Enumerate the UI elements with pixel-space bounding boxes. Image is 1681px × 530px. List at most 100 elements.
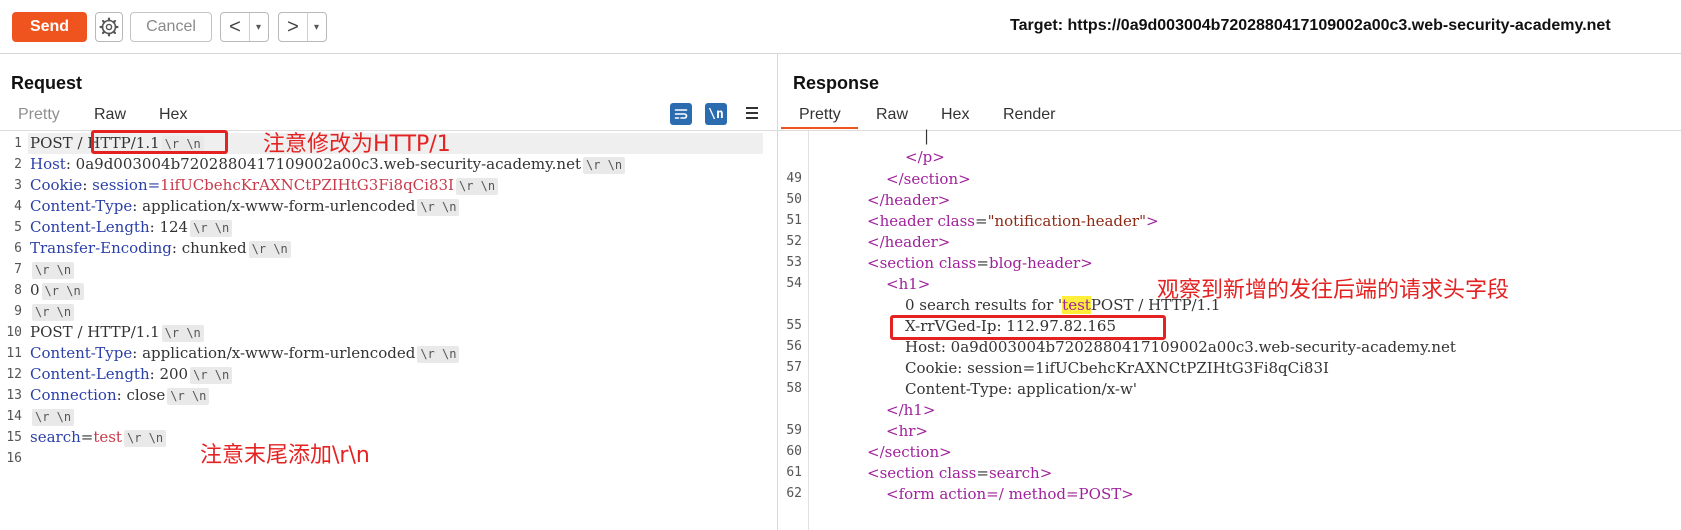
request-line-number: 4 (14, 199, 22, 214)
request-code-line: Cookie: session=1ifUCbehcKrAXNCtPZIHtG3F… (30, 175, 499, 196)
separator: : (132, 344, 143, 362)
response-code-line: <section class=search> (867, 464, 1053, 482)
response-line-number: 50 (786, 192, 802, 207)
annotation-box-new-header (890, 315, 1166, 340)
header-name: POST (30, 323, 73, 341)
crlf-marker: \r \n (455, 178, 499, 195)
header-name: search (30, 428, 81, 446)
response-code-line: <hr> (886, 422, 928, 440)
request-code-line: POST / HTTP/1.1 \r \n (30, 322, 204, 343)
header-value: application/x-www-form-urlencoded (142, 197, 416, 215)
wrap-lines-toggle[interactable] (670, 103, 692, 125)
separator: : (149, 218, 160, 236)
header-value: 200 (159, 365, 189, 383)
newline-icon: \n (708, 106, 724, 122)
response-title: Response (793, 73, 880, 93)
response-line-number (782, 126, 802, 147)
forward-dropdown-button[interactable]: ▾ (307, 13, 325, 41)
header-name: 0 (30, 281, 40, 299)
response-code-line: </header> (867, 191, 951, 209)
forward-nav-group: > ▾ (278, 12, 327, 42)
search-term-highlight: test (1062, 296, 1091, 314)
request-code-line: Connection: close \r \n (30, 385, 210, 406)
request-code-line: \r \n (30, 259, 75, 280)
header-name: POST (30, 134, 73, 152)
request-tab-raw[interactable]: Raw (94, 106, 126, 124)
request-tab-pretty[interactable]: Pretty (18, 106, 60, 124)
response-line-number: 51 (786, 213, 802, 228)
crlf-marker: \r \n (123, 430, 167, 447)
back-button[interactable]: < (221, 13, 249, 41)
request-tab-hex[interactable]: Hex (159, 106, 187, 124)
cancel-button[interactable]: Cancel (130, 12, 212, 42)
crlf-marker: \r \n (161, 325, 204, 342)
separator: : (82, 176, 93, 194)
separator: : (65, 155, 76, 173)
response-tab-hex[interactable]: Hex (941, 106, 969, 124)
request-code-line: 0 \r \n (30, 280, 84, 301)
request-line-number: 10 (6, 325, 22, 340)
response-editor-top-border (778, 130, 1681, 131)
send-button[interactable]: Send (12, 12, 87, 42)
header-name: Transfer-Encoding (30, 239, 172, 257)
crlf-marker: \r \n (190, 220, 233, 237)
request-code-line: \r \n (30, 406, 75, 427)
request-line-number: 5 (14, 220, 22, 235)
response-line-number: 62 (786, 486, 802, 501)
header-name: Content-Length (30, 218, 150, 236)
header-value: 124 (159, 218, 189, 236)
response-line-number: 59 (786, 423, 802, 438)
response-line-number: 58 (786, 381, 802, 396)
crlf-marker: \r \n (32, 262, 75, 279)
toolbar: Send Cancel < ▾ > ▾ Target: https://0a9d… (0, 0, 1681, 54)
separator: = (80, 428, 94, 446)
response-code-line: </section> (886, 170, 971, 188)
separator: : (171, 239, 182, 257)
separator: : (149, 365, 160, 383)
crlf-marker: \r \n (32, 304, 75, 321)
annotation-new-backend-header: 观察到新增的发往后端的请求头字段 (1157, 278, 1510, 303)
response-line-number: 53 (786, 255, 802, 270)
response-code-line: Host: 0a9d003004b7202880417109002a00c3.w… (905, 338, 1456, 356)
header-name: Host (30, 155, 66, 173)
response-code-line: Content-Type: application/x-w' (905, 380, 1137, 398)
cookie-name: session= (92, 176, 161, 194)
header-value: chunked (181, 239, 247, 257)
response-line-number: 49 (786, 171, 802, 186)
crlf-marker: \r \n (582, 157, 626, 174)
response-line-number: 57 (786, 360, 802, 375)
request-line-number: 3 (14, 178, 22, 193)
response-line-number (782, 294, 802, 315)
annotation-box-http-version (91, 130, 228, 154)
response-code-line: <h1> (886, 275, 931, 293)
separator: : (132, 197, 143, 215)
response-line-number: 55 (786, 318, 802, 333)
request-line-number: 12 (6, 367, 22, 382)
back-dropdown-button[interactable]: ▾ (249, 13, 267, 41)
response-tab-raw[interactable]: Raw (876, 106, 908, 124)
header-value: HTTP/1.1 (87, 323, 160, 341)
separator: / (72, 134, 88, 152)
response-code-line: | (924, 127, 930, 145)
header-value: test (93, 428, 122, 446)
request-line-number: 16 (6, 451, 22, 466)
gear-icon (99, 17, 119, 37)
request-line-number: 6 (14, 241, 22, 256)
target-url[interactable]: Target: https://0a9d003004b7202880417109… (1010, 17, 1681, 39)
forward-button[interactable]: > (279, 13, 307, 41)
response-code-line: </p> (905, 148, 945, 166)
response-code-line: </header> (867, 233, 951, 251)
separator: / (72, 323, 88, 341)
response-tab-pretty[interactable]: Pretty (799, 106, 841, 124)
panel-divider[interactable] (777, 54, 778, 530)
settings-button[interactable] (95, 12, 123, 42)
show-newlines-toggle[interactable]: \n (705, 103, 727, 125)
separator: : (116, 386, 127, 404)
menu-icon[interactable] (744, 102, 760, 124)
response-code-line: </h1> (886, 401, 936, 419)
response-line-number (782, 147, 802, 168)
wrap-icon (674, 109, 688, 119)
response-tab-render[interactable]: Render (1003, 106, 1055, 124)
header-value: application/x-www-form-urlencoded (142, 344, 416, 362)
response-line-number: 60 (786, 444, 802, 459)
